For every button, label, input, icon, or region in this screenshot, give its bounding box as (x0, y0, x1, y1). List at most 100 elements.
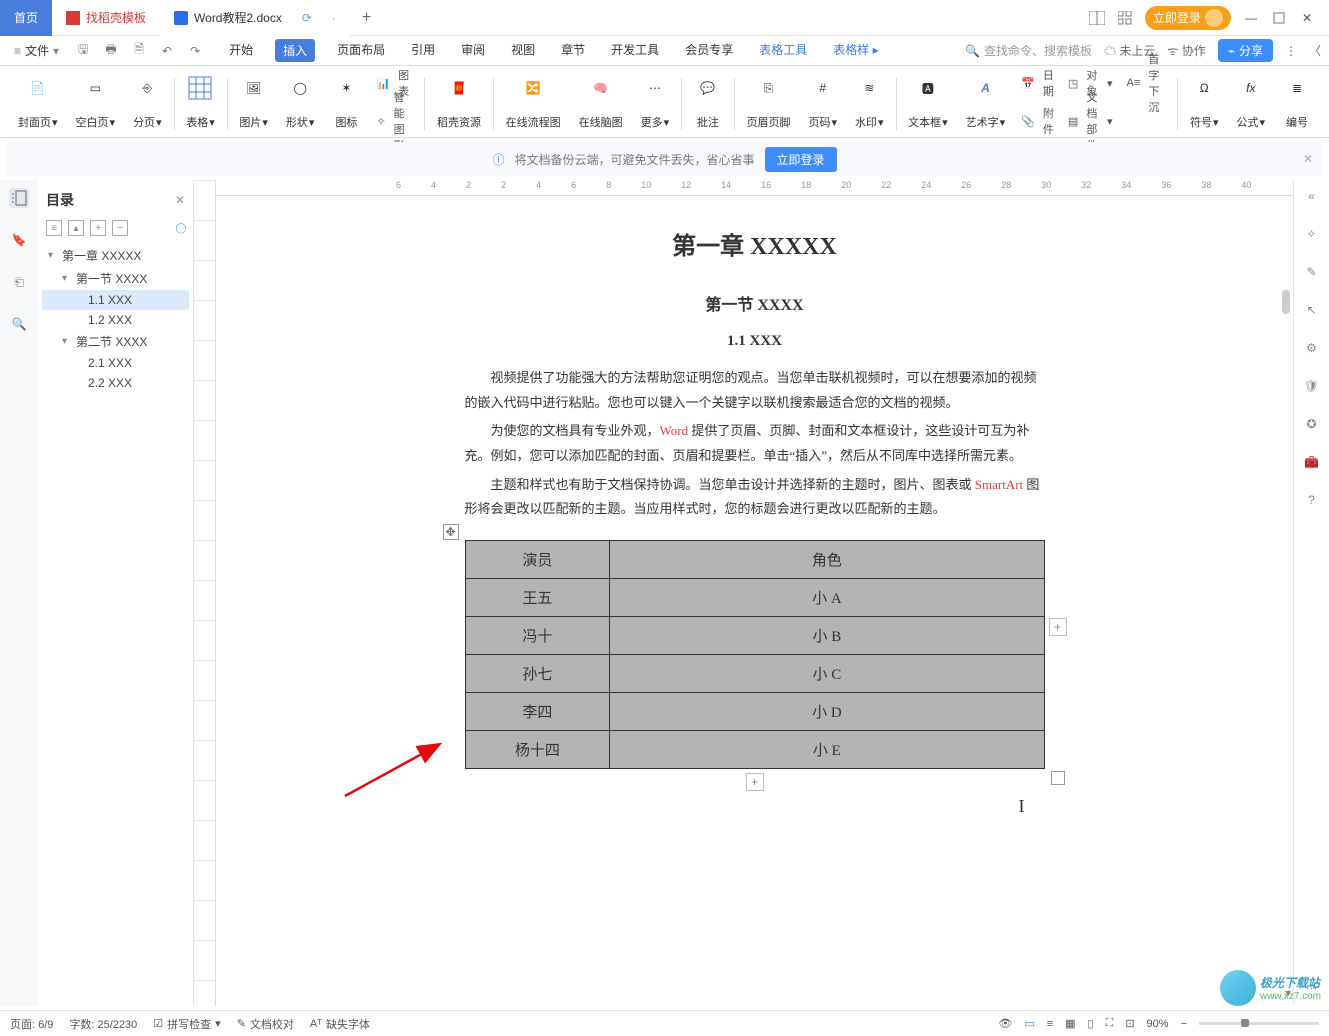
doc-paragraph[interactable]: 为使您的文档具有专业外观，Word 提供了页眉、页脚、封面和文本框设计，这些设计… (465, 419, 1045, 468)
ribbon-mindmap[interactable]: 🧠在线脑图 (571, 72, 631, 132)
status-missing-font[interactable]: Aᵀ 缺失字体 (310, 1016, 370, 1032)
file-menu[interactable]: ≡文件▾ (8, 40, 65, 61)
nav-remove-icon[interactable]: − (112, 220, 128, 236)
doc-h2[interactable]: 第一节 XXXX (465, 291, 1045, 315)
ribbon-smartart[interactable]: ✧ 智能图形 (376, 112, 414, 130)
menu-table-style[interactable]: 表格样 ▸ (829, 39, 882, 62)
ribbon-table[interactable]: 表格▾ (178, 72, 223, 132)
menu-dev[interactable]: 开发工具 (607, 39, 663, 62)
new-tab-button[interactable]: + (350, 9, 383, 27)
menu-start[interactable]: 开始 (225, 39, 257, 62)
view-outline-icon[interactable]: ≡ (1047, 1018, 1053, 1030)
redo-icon[interactable]: ↷ (185, 41, 205, 61)
doc-paragraph[interactable]: 主题和样式也有助于文档保持协调。当您单击设计并选择新的主题时，图片、图表或 Sm… (465, 473, 1045, 522)
nav-refresh-icon[interactable]: ◯ (173, 220, 189, 236)
search-panel-icon[interactable]: 🔍 (9, 314, 29, 334)
minimize-icon[interactable]: — (1243, 10, 1259, 26)
side-help-icon[interactable]: ? (1302, 490, 1322, 510)
table-resize-handle-icon[interactable] (1051, 771, 1065, 785)
table-move-handle-icon[interactable]: ✥ (443, 524, 459, 540)
close-window-icon[interactable]: ✕ (1299, 10, 1315, 26)
tab-sync-icon[interactable]: ⟳ (302, 11, 312, 25)
menu-ref[interactable]: 引用 (407, 39, 439, 62)
scrollbar-thumb[interactable] (1282, 290, 1290, 314)
print-icon[interactable]: 🖶 (101, 41, 121, 61)
view-page-icon[interactable]: ▭ (1024, 1017, 1034, 1030)
undo-icon[interactable]: ↶ (157, 41, 177, 61)
ribbon-more[interactable]: ⋯更多▾ (633, 72, 678, 132)
doc-paragraph[interactable]: 视频提供了功能强大的方法帮助您证明您的观点。当您单击联机视频时，可以在想要添加的… (465, 366, 1045, 415)
ribbon-picture[interactable]: 🖼图片▾ (231, 72, 276, 132)
share-button[interactable]: ⌁ 分享 (1218, 39, 1273, 62)
preview-icon[interactable]: 🗎 (129, 41, 149, 61)
tree-item-2-1[interactable]: 2.1 XXX (42, 353, 189, 373)
menu-vip[interactable]: 会员专享 (681, 39, 737, 62)
ribbon-docparts[interactable]: ▤ 文档部件▾ (1068, 112, 1113, 130)
ribbon-symbol[interactable]: Ω符号▾ (1182, 72, 1227, 132)
ribbon-cap[interactable]: A≡ 首字下沉 (1121, 72, 1174, 132)
ribbon-date[interactable]: 📅 日期 (1021, 74, 1054, 92)
ribbon-blank-page[interactable]: ▭空白页▾ (68, 72, 124, 132)
tab-home[interactable]: 首页 (0, 0, 52, 36)
tag-panel-icon[interactable]: 🔖 (9, 230, 29, 250)
table-add-column-icon[interactable]: + (1049, 618, 1067, 636)
side-tools-icon[interactable]: 🧰 (1302, 452, 1322, 472)
layout-icon[interactable] (1089, 10, 1105, 26)
zoom-slider[interactable] (1199, 1022, 1319, 1025)
ribbon-wordart[interactable]: A艺术字▾ (958, 72, 1014, 132)
ribbon-comment[interactable]: 💬批注 (686, 72, 730, 132)
ribbon-numbering[interactable]: ≣编号 (1275, 72, 1319, 132)
collapse-ribbon-icon[interactable]: 〈 (1309, 42, 1321, 59)
ribbon-watermark[interactable]: ≋水印▾ (847, 72, 892, 132)
ribbon-formula[interactable]: fx公式▾ (1229, 72, 1274, 132)
ribbon-textbox[interactable]: 🅰文本框▾ (900, 72, 956, 132)
side-panel-expand-icon[interactable]: « (1302, 186, 1322, 206)
menu-insert[interactable]: 插入 (275, 39, 315, 62)
zoom-value[interactable]: 90% (1147, 1018, 1169, 1030)
tree-item-chapter1[interactable]: ▾第一章 XXXXX (42, 244, 189, 267)
login-pill[interactable]: 立即登录 (1145, 6, 1231, 30)
menu-layout[interactable]: 页面布局 (333, 39, 389, 62)
close-tab-icon[interactable]: · (332, 11, 336, 25)
more-menu-icon[interactable]: ⋮ (1285, 44, 1297, 58)
side-settings-icon[interactable]: ⚙ (1302, 338, 1322, 358)
menu-view[interactable]: 视图 (507, 39, 539, 62)
tree-item-1-2[interactable]: 1.2 XXX (42, 310, 189, 330)
document-page[interactable]: 第一章 XXXXX 第一节 XXXX 1.1 XXX 视频提供了功能强大的方法帮… (425, 206, 1085, 966)
side-protect-icon[interactable]: 🛡 (1302, 376, 1322, 396)
menu-review[interactable]: 审阅 (457, 39, 489, 62)
outline-panel-icon[interactable] (9, 188, 29, 208)
status-spellcheck[interactable]: ☑ 拼写检查 ▾ (153, 1016, 220, 1032)
maximize-icon[interactable] (1271, 10, 1287, 26)
ribbon-flowchart[interactable]: 🔀在线流程图 (498, 72, 569, 132)
doc-h1[interactable]: 第一章 XXXXX (465, 226, 1045, 261)
ribbon-attach[interactable]: 📎 附件 (1021, 112, 1054, 130)
status-page[interactable]: 页面: 6/9 (10, 1016, 53, 1032)
status-words[interactable]: 字数: 25/2230 (69, 1016, 137, 1032)
status-read-mode-icon[interactable]: 👁 (998, 1017, 1012, 1030)
command-search[interactable]: 🔍 查找命令、搜索模板 (965, 42, 1092, 59)
nav-close-icon[interactable]: ✕ (175, 193, 185, 207)
side-translate-icon[interactable]: ✪ (1302, 414, 1322, 434)
document-canvas[interactable]: 642246810121416182022242628303234363840 … (216, 180, 1293, 1006)
save-icon[interactable]: 🖫 (73, 41, 93, 61)
ribbon-page-break[interactable]: ⎆分页▾ (125, 72, 170, 132)
tab-templates[interactable]: 找稻壳模板 (52, 0, 160, 36)
zoom-out-icon[interactable]: − (1181, 1018, 1187, 1030)
side-select-icon[interactable]: ↖ (1302, 300, 1322, 320)
ribbon-chart-smartart[interactable]: 📊 图表 ✧ 智能图形 (370, 72, 420, 132)
collab-button[interactable]: ᯤ 协作 (1167, 42, 1205, 59)
tree-item-section2[interactable]: ▾第二节 XXXX (42, 330, 189, 353)
ribbon-pagenum[interactable]: #页码▾ (800, 72, 845, 132)
side-pen-icon[interactable]: ✎ (1302, 262, 1322, 282)
nav-add-icon[interactable]: + (90, 220, 106, 236)
status-proof[interactable]: ✎ 文档校对 (237, 1016, 294, 1032)
view-web-icon[interactable]: ▦ (1065, 1017, 1075, 1030)
tree-item-section1[interactable]: ▾第一节 XXXX (42, 267, 189, 290)
ribbon-icon[interactable]: ✶图标 (324, 72, 368, 132)
nav-up-icon[interactable]: ▴ (68, 220, 84, 236)
tab-document[interactable]: Word教程2.docx⟳· (160, 0, 350, 36)
ribbon-daoke[interactable]: 🧧稻壳资源 (429, 72, 489, 132)
ribbon-cover[interactable]: 📄封面页▾ (10, 72, 66, 132)
doc-h3[interactable]: 1.1 XXX (465, 333, 1045, 350)
